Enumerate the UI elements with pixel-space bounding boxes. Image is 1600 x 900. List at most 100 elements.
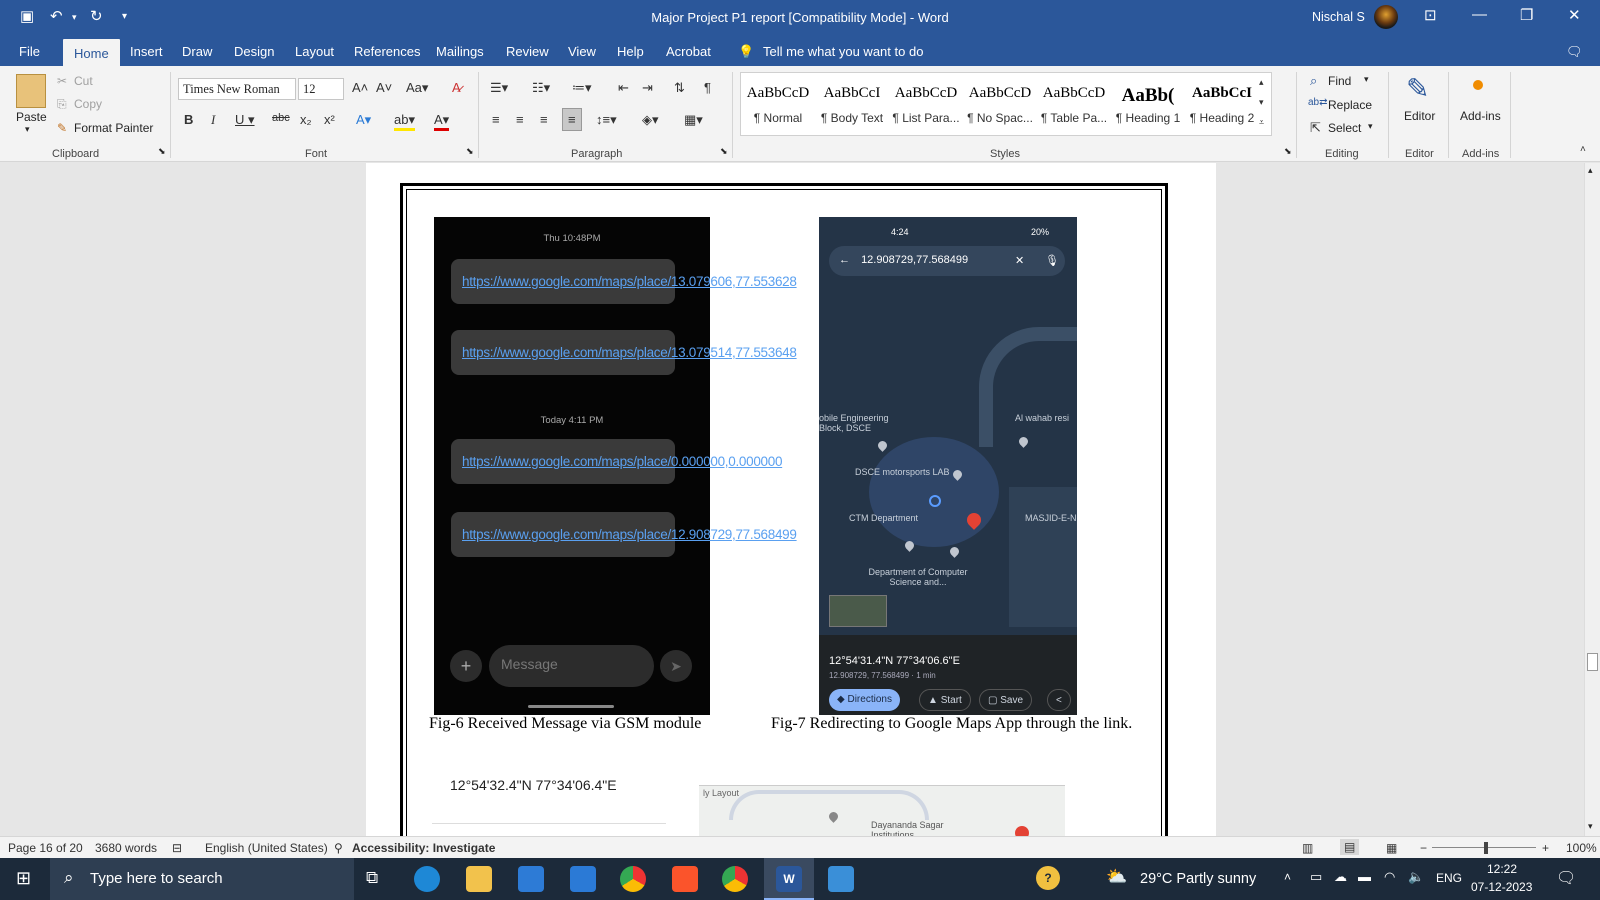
scroll-down-icon[interactable]: ▾ — [1588, 821, 1593, 832]
style-body-text[interactable]: AaBbCcI ¶ Body Text — [815, 77, 889, 125]
format-painter-icon[interactable]: ✎ — [57, 121, 67, 135]
paste-icon[interactable] — [16, 74, 46, 108]
tab-acrobat[interactable]: Acrobat — [666, 44, 711, 59]
select-icon[interactable]: ⇱ — [1310, 120, 1321, 136]
multilevel-list-icon[interactable]: ≔▾ — [572, 80, 592, 96]
word-count[interactable]: 3680 words — [95, 841, 157, 855]
sort-icon[interactable]: ⇅ — [674, 80, 685, 96]
volume-icon[interactable]: 🔈 — [1408, 869, 1424, 885]
format-painter-button[interactable]: Format Painter — [74, 121, 153, 135]
tab-insert[interactable]: Insert — [130, 44, 163, 59]
clear-formatting-icon[interactable]: A̷ — [452, 80, 461, 95]
shading-icon[interactable]: ◈▾ — [642, 112, 659, 128]
zoom-out-icon[interactable]: − — [1420, 841, 1427, 855]
scroll-up-icon[interactable]: ▴ — [1588, 165, 1593, 176]
show-hidden-icons-icon[interactable]: ˄ — [1284, 870, 1291, 884]
collapse-ribbon-icon[interactable]: ˄ — [1580, 144, 1586, 155]
styles-scroll-up-icon[interactable]: ▴ — [1259, 77, 1264, 88]
style-no-spacing[interactable]: AaBbCcD ¶ No Spac... — [963, 77, 1037, 125]
numbering-icon[interactable]: ☷▾ — [532, 80, 550, 96]
user-name[interactable]: Nischal S — [1312, 10, 1365, 24]
print-layout-icon[interactable]: ▤ — [1340, 839, 1360, 855]
clock-time[interactable]: 12:22 — [1487, 862, 1517, 876]
styles-scroll-down-icon[interactable]: ▾ — [1259, 97, 1264, 108]
chrome-profile-icon[interactable] — [722, 866, 748, 892]
style-heading-1[interactable]: AaBb(¶ Heading 1 — [1111, 77, 1185, 125]
onedrive-icon[interactable]: ☁ — [1334, 869, 1347, 885]
underline-icon[interactable]: U ▾ — [235, 112, 255, 128]
find-button[interactable]: Find — [1328, 74, 1351, 88]
weather-icon[interactable]: ⛅ — [1106, 867, 1127, 887]
document-page[interactable]: Thu 10:48PM https://www.google.com/maps/… — [366, 163, 1216, 836]
vertical-scrollbar[interactable]: ▴ ▾ — [1584, 163, 1600, 836]
clock-date[interactable]: 07-12-2023 — [1471, 880, 1532, 894]
text-effects-icon[interactable]: A▾ — [356, 112, 371, 128]
find-icon[interactable]: ⌕ — [1310, 73, 1317, 89]
chrome-icon[interactable] — [620, 866, 646, 892]
highlight-icon[interactable]: ab▾ — [394, 112, 415, 131]
photos-icon[interactable] — [828, 866, 854, 892]
tab-layout[interactable]: Layout — [295, 44, 334, 59]
page-count[interactable]: Page 16 of 20 — [8, 841, 83, 855]
justify-icon[interactable]: ≡ — [562, 108, 582, 131]
editor-pen-icon[interactable]: ✎ — [1406, 72, 1429, 105]
replace-button[interactable]: Replace — [1328, 98, 1372, 112]
addins-icon[interactable] — [1473, 80, 1483, 90]
style-table-paragraph[interactable]: AaBbCcD ¶ Table Pa... — [1037, 77, 1111, 125]
addins-button[interactable]: Add-ins — [1460, 109, 1501, 123]
align-right-icon[interactable]: ≡ — [540, 112, 548, 127]
accessibility-icon[interactable]: ⚲ — [334, 841, 343, 855]
read-mode-icon[interactable]: ▥ — [1302, 841, 1313, 855]
restore-icon[interactable]: ❐ — [1520, 6, 1533, 24]
bullets-icon[interactable]: ☰▾ — [490, 80, 508, 96]
style-normal[interactable]: AaBbCcD ¶ Normal — [741, 77, 815, 125]
decrease-indent-icon[interactable]: ⇤ — [618, 80, 629, 96]
font-launcher-icon[interactable]: ⬊ — [466, 146, 474, 157]
select-button[interactable]: Select — [1328, 121, 1361, 135]
task-view-icon[interactable]: ⧉ — [366, 868, 378, 888]
styles-more-icon[interactable]: ⩡ — [1259, 117, 1264, 128]
italic-icon[interactable]: I — [211, 112, 215, 128]
shrink-font-icon[interactable]: A˅ — [376, 80, 392, 95]
show-marks-icon[interactable]: ¶ — [704, 80, 711, 95]
word-taskbar-button[interactable]: W — [764, 858, 814, 900]
language-status[interactable]: English (United States) — [205, 841, 328, 855]
comments-icon[interactable]: 🗨 — [1566, 44, 1583, 60]
subscript-icon[interactable]: x₂ — [300, 112, 312, 127]
meet-now-icon[interactable]: ▭ — [1310, 869, 1322, 885]
wifi-icon[interactable]: ◠ — [1384, 869, 1395, 885]
edge-icon[interactable] — [414, 866, 440, 892]
replace-icon[interactable]: ab⇄ — [1308, 97, 1328, 108]
file-explorer-icon[interactable] — [466, 866, 492, 892]
zoom-in-icon[interactable]: + — [1542, 841, 1549, 855]
ribbon-display-icon[interactable]: ⊡ — [1424, 6, 1437, 24]
tab-help[interactable]: Help — [617, 44, 644, 59]
tab-mailings[interactable]: Mailings — [436, 44, 484, 59]
proofing-icon[interactable]: ⊟ — [172, 841, 182, 855]
zoom-slider-thumb[interactable] — [1484, 842, 1488, 854]
taskbar-search-box[interactable]: ⌕ Type here to search — [50, 858, 354, 900]
change-case-icon[interactable]: Aa▾ — [406, 80, 428, 96]
tab-review[interactable]: Review — [506, 44, 549, 59]
paragraph-launcher-icon[interactable]: ⬊ — [720, 146, 728, 157]
copy-icon[interactable]: ⎘ — [57, 97, 67, 112]
borders-icon[interactable]: ▦▾ — [684, 112, 703, 128]
font-name-combo[interactable]: Times New Roman — [178, 78, 296, 100]
minimize-icon[interactable]: — — [1472, 6, 1487, 23]
web-layout-icon[interactable]: ▦ — [1386, 841, 1397, 855]
find-dropdown-icon[interactable]: ▾ — [1364, 74, 1369, 85]
increase-indent-icon[interactable]: ⇥ — [642, 80, 653, 96]
tab-design[interactable]: Design — [234, 44, 274, 59]
paste-button[interactable]: Paste — [16, 110, 47, 124]
tell-me-search[interactable]: Tell me what you want to do — [763, 44, 923, 59]
copy-button[interactable]: Copy — [74, 97, 102, 111]
editor-button[interactable]: Editor — [1404, 109, 1435, 123]
font-color-icon[interactable]: A▾ — [434, 112, 450, 131]
lightbulb-icon[interactable]: 💡 — [738, 44, 754, 60]
close-icon[interactable]: ✕ — [1568, 6, 1581, 24]
microsoft-store-icon[interactable] — [518, 866, 544, 892]
tab-view[interactable]: View — [568, 44, 596, 59]
cut-button[interactable]: Cut — [74, 74, 93, 88]
strikethrough-icon[interactable]: abc — [272, 112, 290, 124]
notifications-icon[interactable]: 🗨 — [1556, 868, 1576, 888]
